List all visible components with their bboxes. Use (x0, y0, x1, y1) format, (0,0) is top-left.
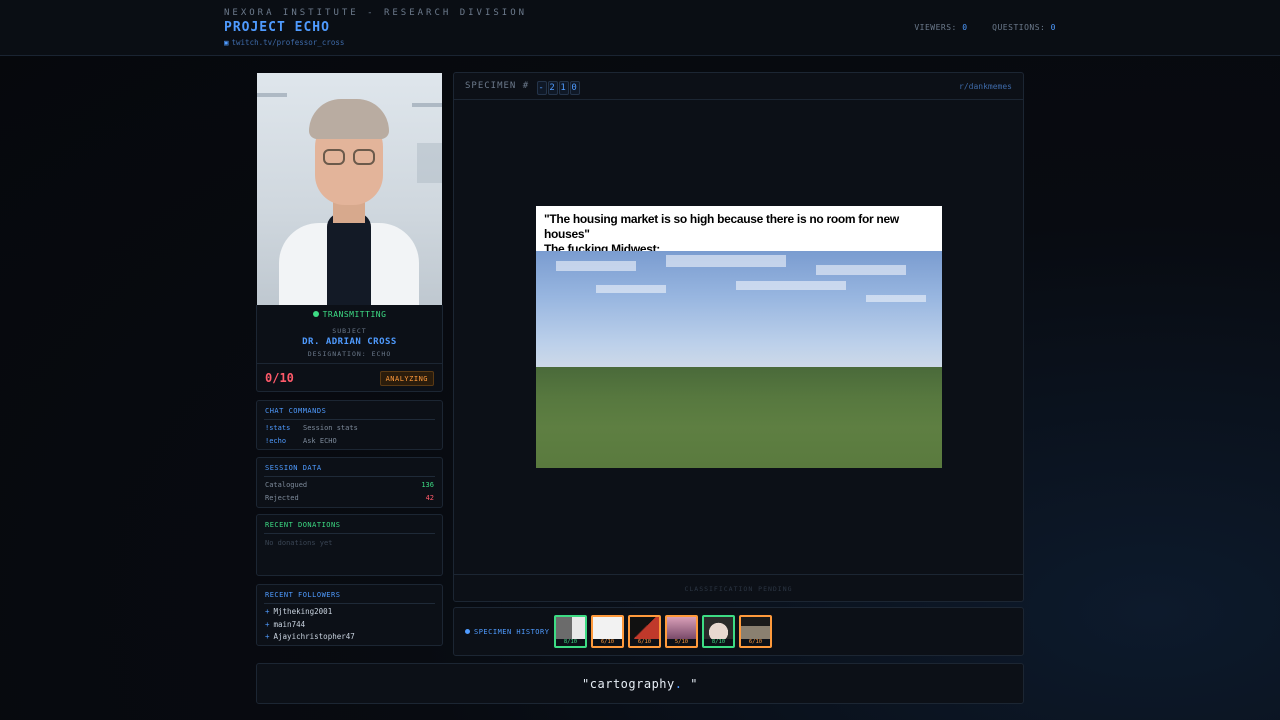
donations-title: RECENT DONATIONS (265, 521, 341, 529)
meme-image: "The housing market is so high because t… (536, 206, 942, 468)
history-score: 8/10 (704, 639, 733, 646)
channel-link[interactable]: ▣ twitch.tv/professor_cross (224, 38, 344, 47)
catalogued-label: Catalogued (265, 481, 308, 489)
followers-panel: RECENT FOLLOWERS + Mjtheking2001 + main744… (256, 584, 443, 646)
transcript-end: " (682, 677, 698, 691)
followers-title: RECENT FOLLOWERS (265, 591, 341, 599)
subject-designation: DESIGNATION: ECHO (307, 350, 392, 358)
donations-empty: No donations yet (265, 539, 333, 547)
meme-grass (536, 367, 942, 468)
command-name: !echo (265, 437, 287, 445)
plus-icon: + (265, 607, 270, 616)
viewers-label: VIEWERS: (914, 23, 957, 32)
subject-label: SUBJECT (332, 327, 367, 335)
channel-link-label: twitch.tv/professor_cross (231, 38, 345, 47)
status-indicator: TRANSMITTING (257, 310, 442, 319)
history-score: 6/10 (741, 639, 770, 646)
command-row: !stats Session stats (265, 424, 434, 432)
follower-name: Ajayichristopher47 (273, 632, 355, 641)
current-score: 0/10 (265, 371, 294, 385)
plus-icon: + (265, 632, 270, 641)
subreddit-source[interactable]: r/dankmemes (959, 82, 1012, 91)
history-score: 6/10 (630, 639, 659, 646)
command-name: !stats (265, 424, 291, 432)
specimen-digit: 2 (547, 81, 558, 95)
history-score: 5/10 (667, 639, 696, 646)
classification-footer: CLASSIFICATION PENDING (454, 574, 1023, 601)
questions-count: 0 (1050, 23, 1056, 32)
history-thumbnail[interactable]: 8/10 (702, 615, 735, 648)
history-score: 6/10 (593, 639, 622, 646)
history-thumbnail[interactable]: 5/10 (665, 615, 698, 648)
specimen-viewer: SPECIMEN # -210 r/dankmemes "The housing… (453, 72, 1024, 602)
follower-name: main744 (273, 620, 306, 629)
donations-panel: RECENT DONATIONS No donations yet (256, 514, 443, 576)
live-dot-icon (312, 311, 319, 317)
rejected-label: Rejected (265, 494, 299, 502)
rejected-row: Rejected 42 (265, 494, 434, 502)
session-data-title: SESSION DATA (265, 464, 322, 472)
command-desc: Ask ECHO (303, 437, 337, 445)
analyzing-badge: ANALYZING (379, 371, 434, 386)
transcript-text: "cartography. " (257, 677, 1023, 691)
chat-commands-panel: CHAT COMMANDS !stats Session stats !echo A… (256, 400, 443, 450)
specimen-number: SPECIMEN # -210 (465, 81, 580, 95)
rejected-value: 42 (425, 494, 434, 502)
subject-card: TRANSMITTING SUBJECT DR. ADRIAN CROSS DE… (256, 305, 443, 392)
history-thumbnail[interactable]: 8/10 (554, 615, 587, 648)
history-dot-icon (465, 629, 470, 634)
history-thumbnail[interactable]: 6/10 (739, 615, 772, 648)
meme-caption-line1: "The housing market is so high because t… (544, 212, 899, 241)
classification-status: CLASSIFICATION PENDING (684, 585, 793, 593)
specimen-history-panel: SPECIMEN HISTORY 8/10 6/10 6/10 5/10 8/1… (453, 607, 1024, 656)
subject-portrait (257, 73, 442, 305)
specimen-history-title: SPECIMEN HISTORY (474, 628, 550, 636)
transcript-panel: "cartography. " (256, 663, 1024, 704)
specimen-header: SPECIMEN # -210 r/dankmemes (454, 73, 1023, 100)
history-thumbnail[interactable]: 6/10 (628, 615, 661, 648)
session-data-panel: SESSION DATA Catalogued 136 Rejected 42 (256, 457, 443, 508)
twitch-icon: ▣ (224, 38, 229, 47)
follower-item: + Ajayichristopher47 (265, 632, 355, 641)
follower-item: + Mjtheking2001 (265, 607, 332, 616)
history-thumbnail[interactable]: 6/10 (591, 615, 624, 648)
plus-icon: + (265, 620, 270, 629)
stream-stats: VIEWERS: 0 QUESTIONS: 0 (914, 23, 1056, 32)
follower-name: Mjtheking2001 (273, 607, 333, 616)
specimen-digit: 1 (558, 81, 569, 95)
catalogued-row: Catalogued 136 (265, 481, 434, 489)
catalogued-value: 136 (421, 481, 434, 489)
status-text: TRANSMITTING (322, 310, 387, 319)
top-bar: NEXORA INSTITUTE - RESEARCH DIVISION PRO… (0, 0, 1280, 56)
command-desc: Session stats (303, 424, 358, 432)
meme-sky (536, 251, 942, 367)
questions-label: QUESTIONS: (992, 23, 1046, 32)
specimen-label: SPECIMEN # (465, 81, 530, 91)
viewers-count: 0 (962, 23, 968, 32)
chat-commands-title: CHAT COMMANDS (265, 407, 327, 415)
subject-name: DR. ADRIAN CROSS (302, 337, 397, 347)
history-score: 8/10 (556, 639, 585, 646)
follower-item: + main744 (265, 620, 305, 629)
specimen-history-label: SPECIMEN HISTORY (465, 628, 549, 636)
specimen-digit: 0 (569, 81, 580, 95)
transcript-body: "cartography (582, 677, 675, 691)
specimen-digit: - (536, 81, 547, 95)
project-title: PROJECT ECHO (224, 20, 330, 35)
org-title: NEXORA INSTITUTE - RESEARCH DIVISION (224, 8, 528, 18)
command-row: !echo Ask ECHO (265, 437, 434, 445)
